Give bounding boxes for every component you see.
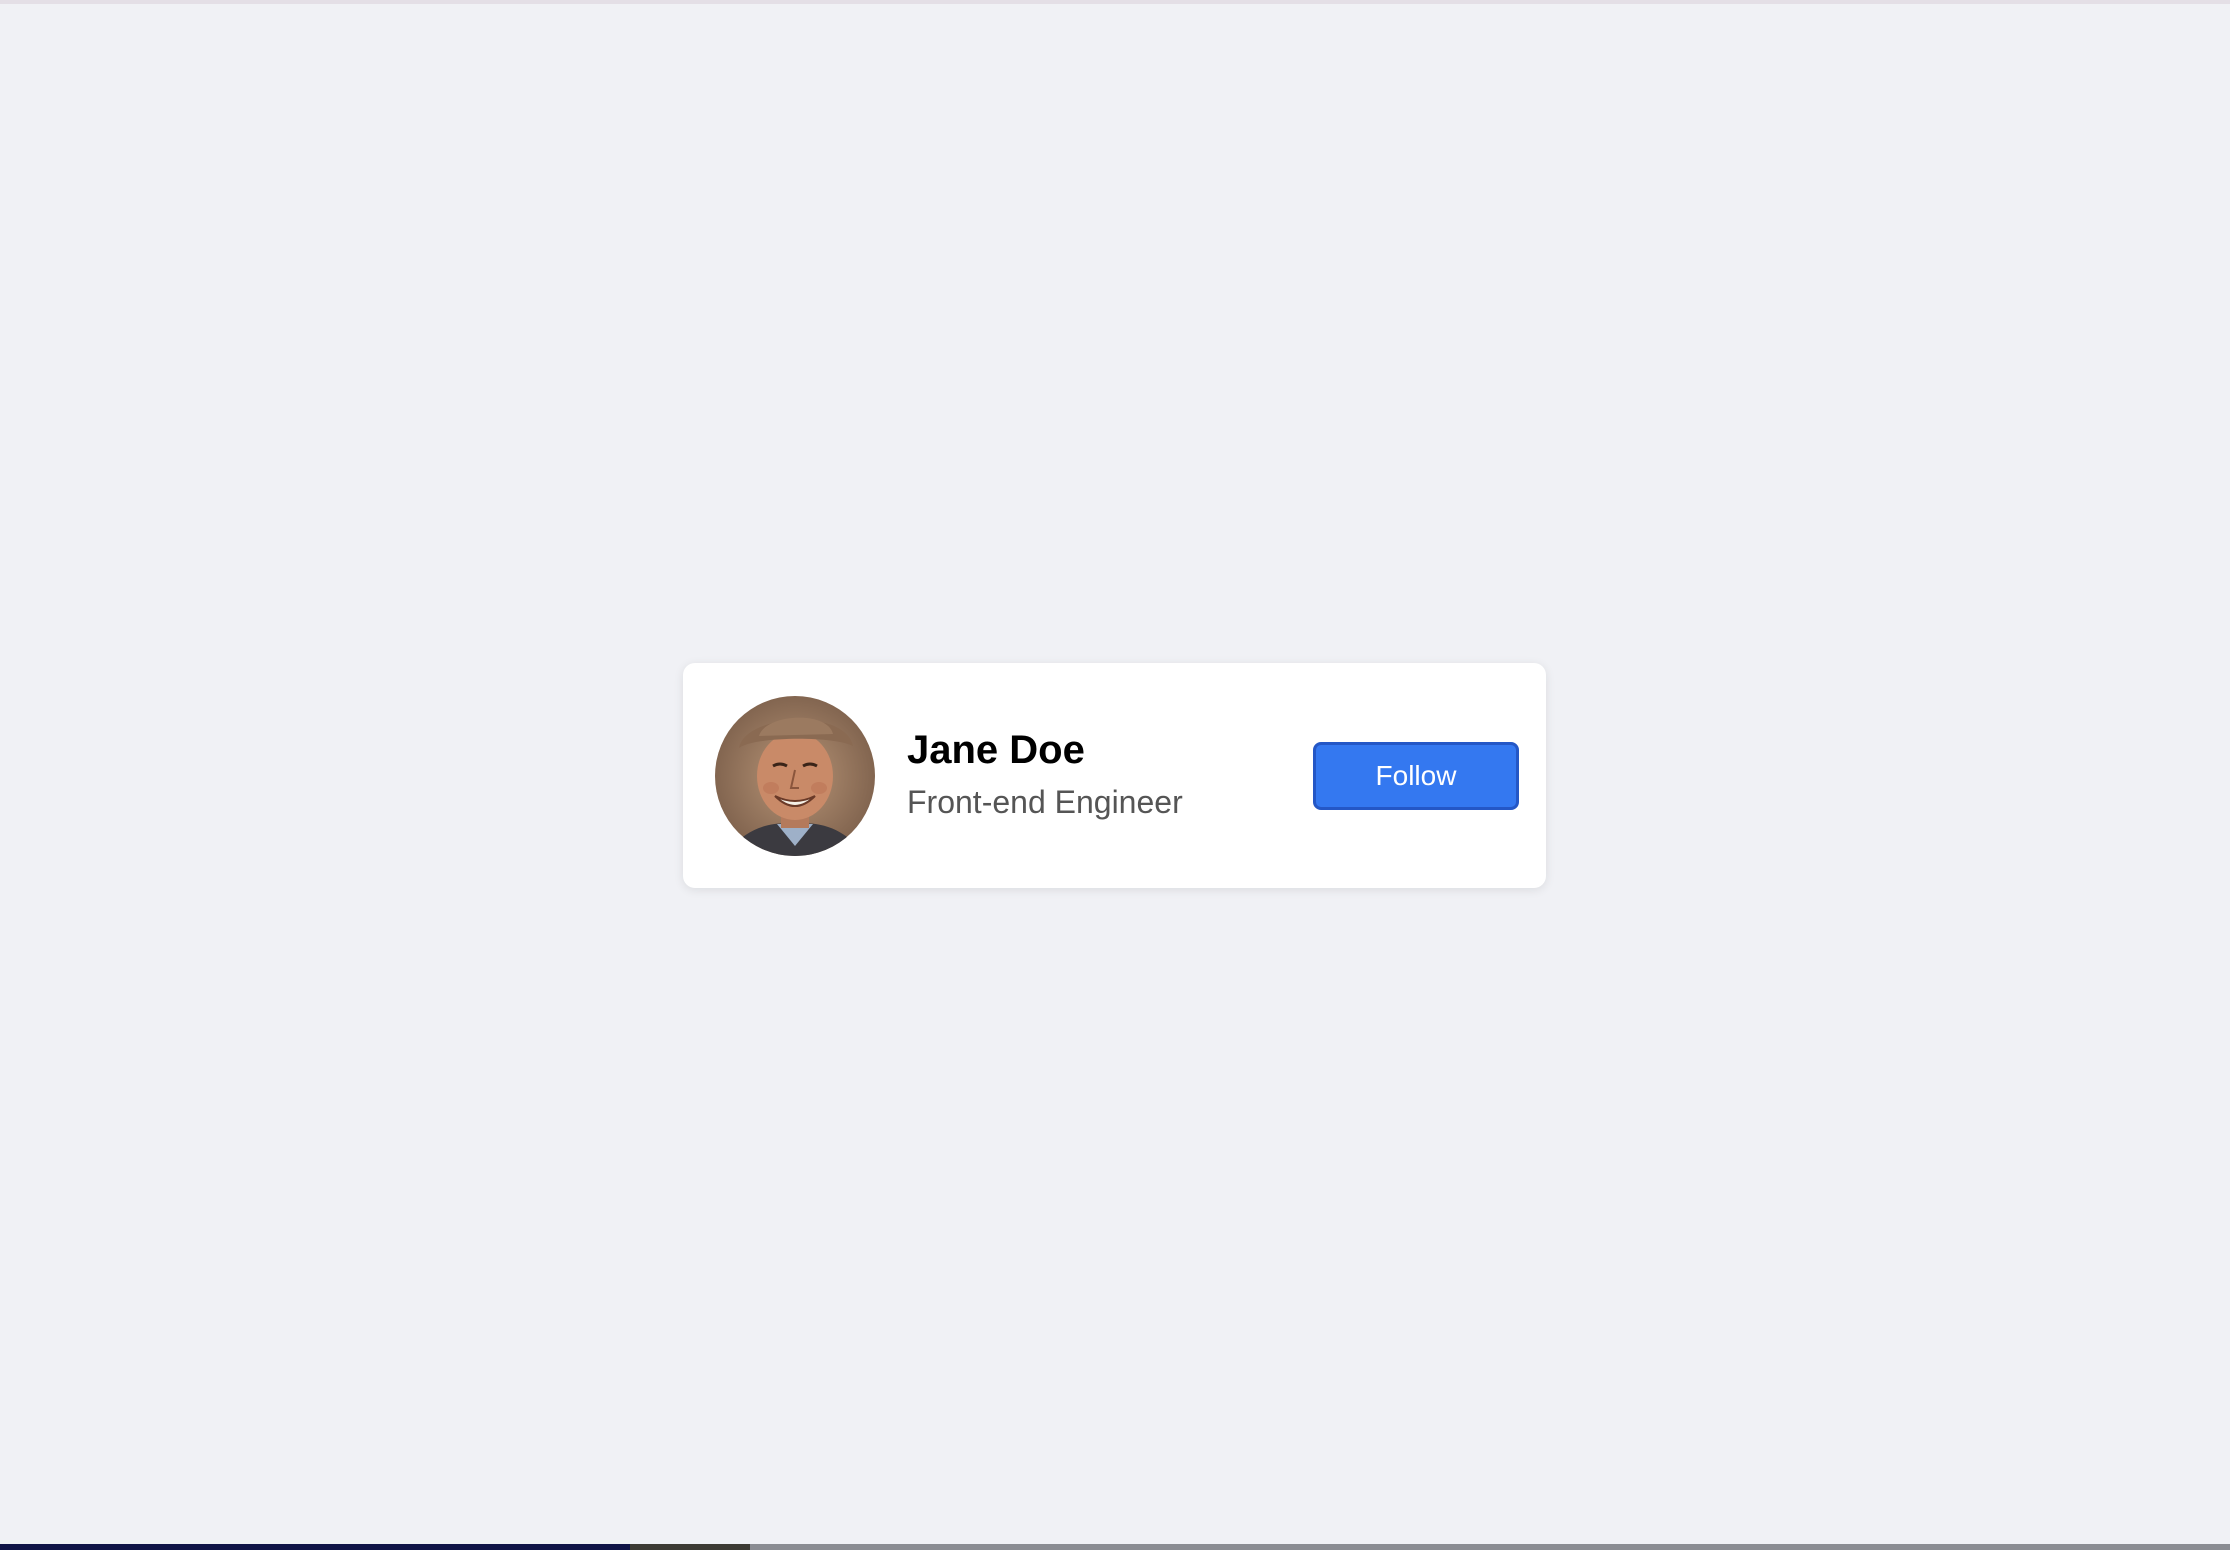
taskbar-edge-mid [630,1544,750,1550]
profile-name: Jane Doe [907,728,1085,772]
profile-card: Jane Doe Front-end Engineer Follow [683,663,1546,888]
window-top-edge [0,0,2230,4]
avatar [715,696,875,856]
avatar-photo [715,696,875,856]
profile-role: Front-end Engineer [907,784,1183,820]
taskbar-edge [0,1544,2230,1550]
taskbar-edge-dark [0,1544,630,1550]
follow-button[interactable]: Follow [1313,742,1519,810]
